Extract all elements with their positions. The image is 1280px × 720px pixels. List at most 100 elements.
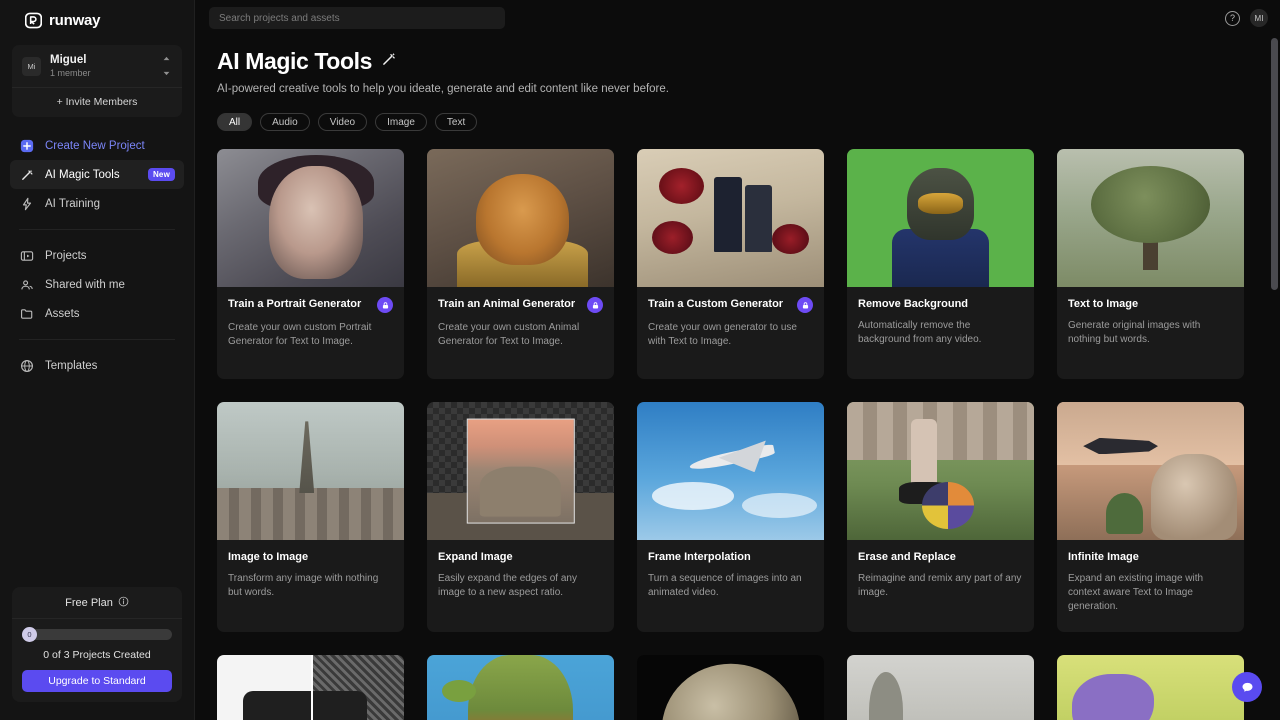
card-head: Infinite Image [1068,550,1233,564]
card-body: Train a Custom Generator Create your own… [637,287,824,379]
card-description: Create your own custom Portrait Generato… [228,322,372,347]
tool-card[interactable]: Frame Interpolation Turn a sequence of i… [637,402,824,632]
card-description: Create your own generator to use with Te… [648,322,797,347]
sidebar-item-assets[interactable]: Assets [10,299,184,328]
sidebar-item-ai-magic-tools[interactable]: AI Magic Tools New [10,160,184,189]
card-title: Train a Portrait Generator [228,298,362,310]
sidebar-item-label: Shared with me [45,278,125,291]
card-body: Train a Portrait Generator Create your o… [217,287,404,379]
tool-card[interactable] [217,655,404,720]
tool-card[interactable]: Expand Image Easily expand the edges of … [427,402,614,632]
card-title: Expand Image [438,551,513,563]
help-circle-icon[interactable]: ? [1225,10,1240,26]
card-thumbnail-sphere [637,655,824,720]
magic-wand-icon [19,167,34,182]
card-title: Text to Image [1068,298,1139,310]
card-thumbnail-custom [637,149,824,287]
scrollbar-thumb[interactable] [1271,38,1278,290]
card-description: Turn a sequence of images into an animat… [648,573,802,598]
sidebar-divider [19,229,175,230]
card-body: Image to Image Transform any image with … [217,540,404,632]
card-description: Transform any image with nothing but wor… [228,573,379,598]
sidebar-item-shared-with-me[interactable]: Shared with me [10,270,184,299]
tool-card[interactable]: Remove Background Automatically remove t… [847,149,1034,379]
sidebar-item-create-new-project[interactable]: Create New Project [10,131,184,160]
content-scroll-area: AI Magic Tools AI-powered creative tools… [195,36,1280,720]
card-head: Remove Background [858,297,1023,311]
card-body: Remove Background Automatically remove t… [847,287,1034,379]
upgrade-to-standard-button[interactable]: Upgrade to Standard [22,670,172,692]
card-thumbnail-erase-and-replace [847,402,1034,540]
sidebar-item-label: Assets [45,307,80,320]
page-title-row: AI Magic Tools [217,48,1250,75]
tools-grid: Train a Portrait Generator Create your o… [217,149,1250,720]
chevron-updown-icon[interactable] [160,56,172,76]
sidebar-item-label: Create New Project [45,139,145,152]
card-head: Train an Animal Generator [438,297,603,313]
card-description: Reimagine and remix any part of any imag… [858,573,1022,598]
workspace-selector[interactable]: Mi Miguel 1 member + Invite Members [12,45,182,117]
card-thumbnail-text-to-image [1057,149,1244,287]
topbar: ? MI [195,0,1280,36]
globe-icon [19,358,34,373]
info-circle-icon[interactable] [118,596,129,610]
filter-pill-video[interactable]: Video [317,113,368,131]
plan-title: Free Plan [65,597,113,609]
workspace-text: Miguel 1 member [50,53,151,79]
runway-logo-icon [24,12,43,29]
projects-icon [19,248,34,263]
sidebar-item-label: Projects [45,249,87,262]
sidebar-nav: Create New Project AI Magic Tools New AI… [0,117,194,380]
filter-pill-text[interactable]: Text [434,113,478,131]
plan-projects-count: 0 of 3 Projects Created [43,649,151,661]
sidebar-item-templates[interactable]: Templates [10,351,184,380]
sidebar-item-ai-training[interactable]: AI Training [10,189,184,218]
filter-pill-all[interactable]: All [217,113,253,131]
card-description: Create your own custom Animal Generator … [438,322,580,347]
scrollbar[interactable] [1271,36,1278,720]
sidebar-divider-2 [19,339,175,340]
avatar[interactable]: MI [1250,9,1268,27]
card-head: Image to Image [228,550,393,564]
card-thumbnail-chair [217,655,404,720]
workspace-members: 1 member [50,68,91,78]
tool-card[interactable]: Train a Custom Generator Create your own… [637,149,824,379]
filter-pill-audio[interactable]: Audio [260,113,310,131]
tool-card[interactable]: Train a Portrait Generator Create your o… [217,149,404,379]
card-thumbnail-animal [427,149,614,287]
tool-card[interactable]: Train an Animal Generator Create your ow… [427,149,614,379]
plan-divider [12,618,182,619]
workspace-avatar: Mi [22,56,41,76]
free-plan-panel: Free Plan 0 0 of 3 Projects Created Upgr… [12,587,182,702]
search-input[interactable] [209,7,505,29]
sidebar-item-projects[interactable]: Projects [10,241,184,270]
magic-wand-icon [381,51,397,72]
plan-progress-knob: 0 [22,627,37,642]
tool-card[interactable] [1057,655,1244,720]
lock-icon [797,297,813,313]
card-description: Easily expand the edges of any image to … [438,573,577,598]
brand[interactable]: runway [0,0,194,39]
chat-bubble-icon[interactable] [1232,672,1262,702]
card-thumbnail-infinite-image [1057,402,1244,540]
card-head: Expand Image [438,550,603,564]
tool-card[interactable]: Erase and Replace Reimagine and remix an… [847,402,1034,632]
card-body: Train an Animal Generator Create your ow… [427,287,614,379]
card-body: Erase and Replace Reimagine and remix an… [847,540,1034,632]
tool-card[interactable] [847,655,1034,720]
invite-members-button[interactable]: + Invite Members [22,88,172,117]
card-thumbnail-expand-image [427,402,614,540]
tool-card[interactable]: Image to Image Transform any image with … [217,402,404,632]
card-title: Train a Custom Generator [648,298,784,310]
tool-card[interactable] [427,655,614,720]
tool-card[interactable]: Text to Image Generate original images w… [1057,149,1244,379]
workspace-name: Miguel [50,54,87,66]
shared-icon [19,277,34,292]
filter-pill-image[interactable]: Image [375,113,427,131]
tool-card[interactable]: Infinite Image Expand an existing image … [1057,402,1244,632]
workspace-row[interactable]: Mi Miguel 1 member [22,53,172,79]
folder-icon [19,306,34,321]
plus-square-icon [19,138,34,153]
tool-card[interactable] [637,655,824,720]
card-thumbnail-remove-background [847,149,1034,287]
